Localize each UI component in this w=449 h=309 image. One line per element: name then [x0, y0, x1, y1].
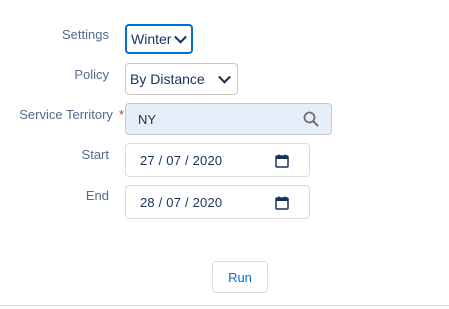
required-marker: * [118, 107, 124, 122]
policy-value: By Distance [130, 71, 205, 87]
service-territory-row: Service Territory * NY [0, 103, 449, 135]
settings-value: Winter [131, 31, 172, 47]
service-territory-label-group: Service Territory * [19, 107, 124, 122]
start-row: Start 27 / 07 / 2020 [0, 143, 449, 177]
policy-row: Policy By Distance [0, 63, 449, 95]
settings-label: Settings [62, 27, 109, 42]
policy-label: Policy [74, 67, 109, 82]
end-label: End [85, 188, 109, 203]
service-territory-value: NY [138, 111, 157, 127]
search-icon[interactable] [303, 111, 319, 127]
end-row: End 28 / 07 / 2020 [0, 185, 449, 219]
end-date-value: 28 / 07 / 2020 [140, 194, 223, 210]
start-date-input[interactable]: 27 / 07 / 2020 [125, 143, 310, 177]
start-label: Start [81, 147, 109, 162]
settings-select[interactable]: Winter [125, 24, 193, 54]
policy-select[interactable]: By Distance [125, 63, 238, 95]
service-territory-label: Service Territory [19, 107, 113, 122]
chevron-down-icon [218, 70, 231, 84]
chevron-down-icon [174, 30, 187, 44]
run-button[interactable]: Run [212, 261, 268, 293]
settings-row: Settings Winter [0, 24, 449, 54]
service-territory-lookup[interactable]: NY [125, 103, 332, 135]
calendar-icon[interactable] [275, 196, 289, 210]
bottom-divider [0, 305, 449, 306]
start-date-value: 27 / 07 / 2020 [140, 152, 223, 168]
calendar-icon[interactable] [275, 154, 289, 168]
end-date-input[interactable]: 28 / 07 / 2020 [125, 185, 310, 219]
